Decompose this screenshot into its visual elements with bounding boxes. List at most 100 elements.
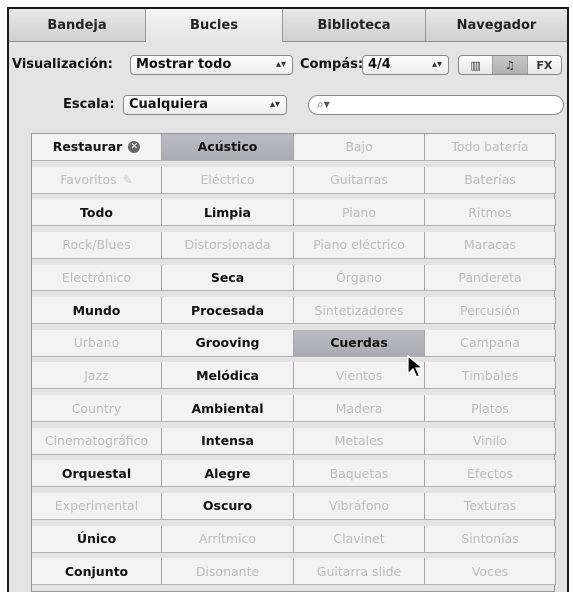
keyword-button[interactable]: Arrítmico	[162, 525, 294, 553]
popup-arrows-icon: ▴▾	[431, 59, 442, 70]
keyword-label: Experimental	[54, 498, 139, 514]
keyword-label: Maracas	[463, 237, 517, 253]
keyword-button[interactable]: Timbales	[425, 362, 556, 390]
music-note-icon[interactable]: ♫	[493, 56, 528, 74]
tab-biblioteca[interactable]: Biblioteca	[283, 9, 426, 42]
keyword-button[interactable]: Cuerdas	[294, 329, 425, 357]
keyword-button[interactable]: Texturas	[425, 493, 556, 520]
fx-icon[interactable]: FX	[528, 56, 561, 74]
keyword-button[interactable]: Sintonías	[425, 525, 556, 553]
keyword-button[interactable]: Limpia	[162, 199, 294, 227]
keyword-button[interactable]: Favoritos ✎	[32, 166, 162, 194]
keyword-button[interactable]: Vibráfono	[294, 493, 425, 520]
keyword-button[interactable]: Piano eléctrico	[294, 231, 425, 259]
keyword-button[interactable]: Alegre	[162, 460, 294, 488]
tab-bucles[interactable]: Bucles	[146, 9, 283, 42]
clear-icon[interactable]: ✕	[128, 140, 141, 153]
keyword-button[interactable]: Seca	[162, 264, 294, 292]
keyword-button[interactable]: Baterías	[425, 166, 556, 194]
keyword-label: Seca	[210, 270, 245, 285]
keyword-label: Urbano	[73, 335, 120, 351]
keyword-button[interactable]: Órgano	[294, 264, 425, 292]
keyword-label: Limpia	[204, 204, 251, 220]
keyword-button[interactable]: Todo batería	[425, 134, 556, 161]
keyword-button[interactable]: Cinematográfico	[32, 427, 162, 455]
keyword-button[interactable]: Percusión	[425, 297, 556, 325]
popup-arrows-icon: ▴▾	[275, 59, 286, 70]
meter-popup-value: 4/4	[368, 57, 391, 72]
keyword-label: Favoritos	[60, 172, 117, 188]
keyword-button[interactable]: Urbano	[32, 329, 162, 357]
view-mode-segmented-control: ▥ ♫ FX	[458, 55, 562, 75]
keyword-button[interactable]: Mundo	[32, 297, 162, 325]
keyword-button[interactable]: Único	[32, 525, 162, 553]
keyword-button[interactable]: Pandereta	[425, 264, 556, 292]
keyword-button[interactable]: Jazz	[32, 362, 162, 390]
keyword-button[interactable]: Eléctrico	[162, 166, 294, 194]
keyword-label: Mundo	[72, 302, 121, 318]
pin-icon[interactable]: ✎	[123, 173, 133, 187]
keyword-button[interactable]: Procesada	[162, 297, 294, 325]
keyword-label: Único	[76, 531, 117, 547]
keyword-label: Acústico	[197, 139, 258, 155]
keyword-button[interactable]: Orquestal	[32, 460, 162, 488]
keyword-button[interactable]: Oscuro	[162, 493, 294, 520]
columns-icon[interactable]: ▥	[459, 56, 494, 74]
keyword-button[interactable]: Vinilo	[425, 427, 556, 455]
keyword-button[interactable]: Grooving	[162, 329, 294, 357]
keyword-button[interactable]: Maracas	[425, 231, 556, 259]
keyword-button[interactable]: Madera	[294, 395, 425, 423]
keyword-label: Disonante	[195, 563, 260, 579]
keyword-button[interactable]: Baquetas	[294, 460, 425, 488]
keyword-label: Metales	[334, 433, 384, 449]
tab-bandeja[interactable]: Bandeja	[9, 9, 146, 42]
keyword-button[interactable]: Vientos	[294, 362, 425, 390]
keyword-label: Texturas	[463, 498, 517, 514]
loop-browser-panel: Bandeja Bucles Biblioteca Navegador Visu…	[7, 7, 569, 592]
keyword-button[interactable]: Intensa	[162, 427, 294, 455]
tab-navegador[interactable]: Navegador	[426, 9, 567, 42]
keyword-button[interactable]: Restaurar ✕	[32, 134, 162, 161]
keyword-button[interactable]: Guitarra slide	[294, 558, 425, 586]
keyword-button[interactable]: Country	[32, 395, 162, 423]
popup-arrows-icon: ▴▾	[269, 99, 280, 110]
keyword-label: Sintonías	[461, 531, 519, 547]
keyword-label: Baquetas	[329, 465, 389, 481]
scale-popup[interactable]: Cualquiera ▴▾	[123, 95, 287, 115]
view-popup[interactable]: Mostrar todo ▴▾	[130, 55, 293, 75]
keyword-button[interactable]: Acústico	[162, 134, 294, 161]
keyword-button[interactable]: Platos	[425, 395, 556, 423]
keyword-button[interactable]: Ambiental	[162, 395, 294, 423]
keyword-button[interactable]: Sintetizadores	[294, 297, 425, 325]
meter-label: Compás:	[300, 57, 364, 72]
keyword-button[interactable]: Conjunto	[32, 558, 162, 586]
keyword-button[interactable]: Piano	[294, 199, 425, 227]
meter-popup[interactable]: 4/4 ▴▾	[362, 55, 449, 75]
keyword-label: Órgano	[336, 270, 382, 285]
keyword-button[interactable]: Efectos	[425, 460, 556, 488]
keyword-button[interactable]: Distorsionada	[162, 231, 294, 259]
keyword-button[interactable]: Todo	[32, 199, 162, 227]
keyword-label: Sintetizadores	[314, 302, 404, 318]
search-field[interactable]: ⌕▾	[308, 95, 564, 115]
keyword-button[interactable]: Campana	[425, 329, 556, 357]
keyword-label: Bajo	[345, 139, 373, 155]
keyword-button[interactable]: Bajo	[294, 134, 425, 161]
keyword-label: Campana	[460, 335, 520, 351]
keyword-button[interactable]: Experimental	[32, 493, 162, 520]
keyword-label: Efectos	[467, 465, 513, 481]
keyword-button[interactable]: Ritmos	[425, 199, 556, 227]
keyword-button[interactable]: Voces	[425, 558, 556, 586]
keyword-button[interactable]: Guitarras	[294, 166, 425, 194]
keyword-label: Cinematográfico	[44, 433, 149, 449]
keyword-button[interactable]: Rock/Blues	[32, 231, 162, 259]
view-popup-value: Mostrar todo	[136, 57, 232, 72]
keyword-button[interactable]: Clavinet	[294, 525, 425, 553]
keyword-button[interactable]: Disonante	[162, 558, 294, 586]
keyword-label: Guitarra slide	[316, 563, 402, 579]
keyword-label: Distorsionada	[184, 237, 271, 253]
keyword-button[interactable]: Electrónico	[32, 264, 162, 292]
keyword-label: Piano	[342, 204, 376, 220]
keyword-button[interactable]: Metales	[294, 427, 425, 455]
keyword-button[interactable]: Melódica	[162, 362, 294, 390]
